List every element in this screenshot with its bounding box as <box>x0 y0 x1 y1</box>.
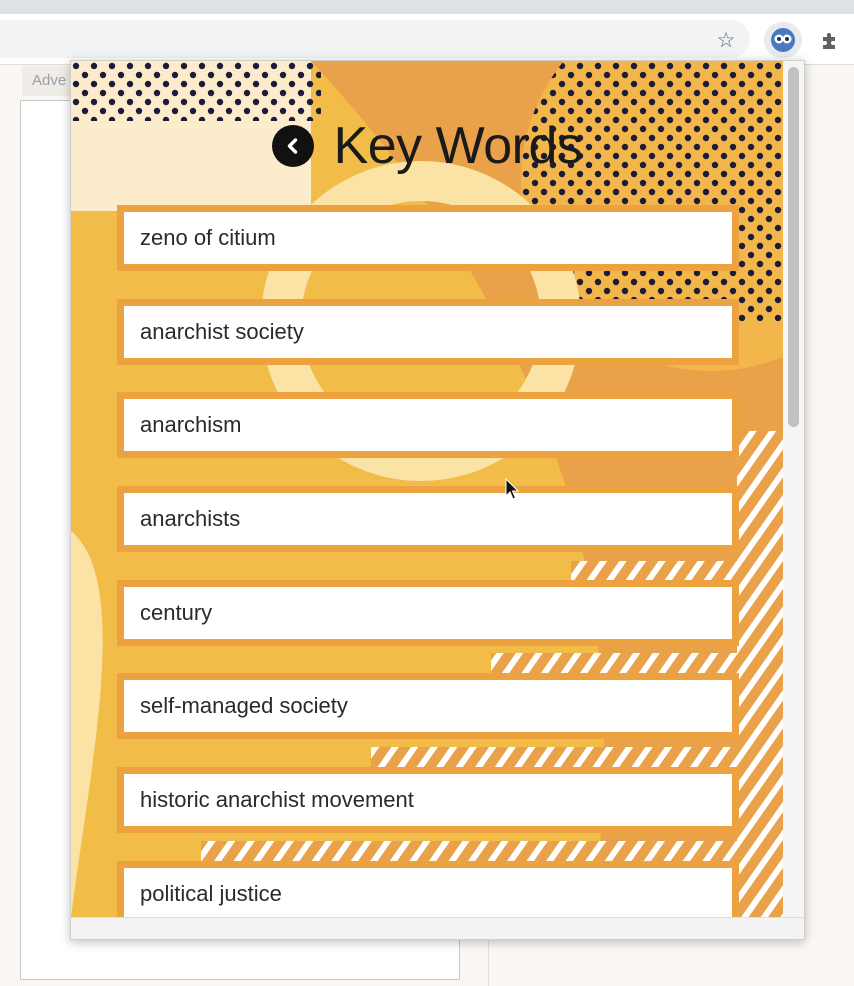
keyword-item[interactable]: anarchists <box>117 486 739 553</box>
keyword-list: zeno of citium anarchist society anarchi… <box>117 205 739 939</box>
scrollbar-thumb[interactable] <box>788 67 799 427</box>
star-icon[interactable]: ☆ <box>712 26 740 54</box>
keyword-item[interactable]: anarchist society <box>117 298 739 365</box>
browser-toolbar: ☆ <box>0 14 854 65</box>
mouse-cursor-icon <box>505 478 519 500</box>
extension-active-icon[interactable] <box>764 22 802 58</box>
back-button[interactable] <box>271 125 314 167</box>
keyword-item[interactable]: zeno of citium <box>117 205 739 271</box>
extension-popup: Key Words zeno of citium anarchist socie… <box>70 60 805 940</box>
page-title: Key Words <box>333 117 583 175</box>
browser-tab-strip <box>0 0 854 14</box>
keyword-item[interactable]: century <box>117 579 739 646</box>
address-bar[interactable] <box>0 20 750 58</box>
keyword-item[interactable]: historic anarchist movement <box>117 767 739 834</box>
popup-header: Key Words <box>71 111 783 181</box>
keyword-item[interactable]: self-managed society <box>117 673 739 740</box>
puzzle-icon[interactable] <box>816 27 844 55</box>
chevron-left-circle-icon <box>287 138 297 154</box>
popup-footer <box>71 917 804 939</box>
keyword-item[interactable]: anarchism <box>117 392 739 459</box>
